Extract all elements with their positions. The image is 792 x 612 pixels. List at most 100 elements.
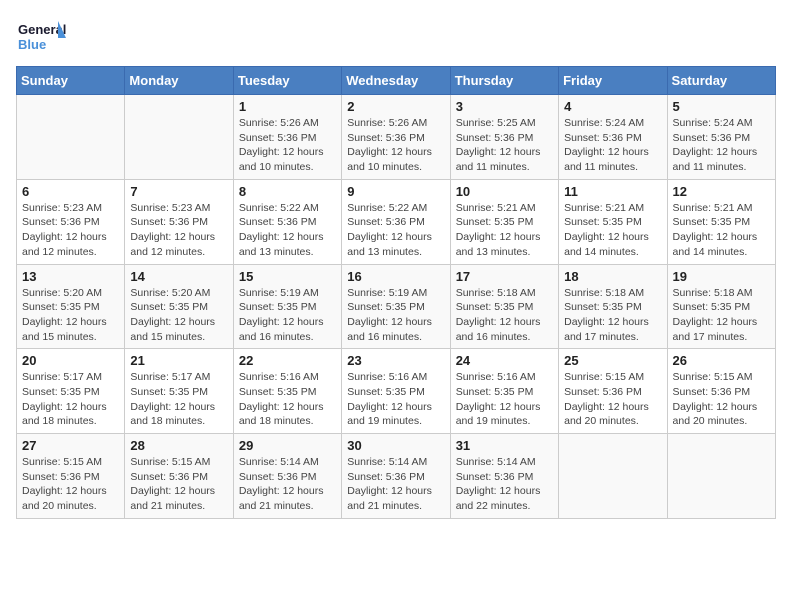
calendar-header-row: SundayMondayTuesdayWednesdayThursdayFrid… [17,67,776,95]
day-number: 23 [347,353,444,368]
day-number: 9 [347,184,444,199]
day-number: 30 [347,438,444,453]
day-number: 3 [456,99,553,114]
calendar-cell: 16 Sunrise: 5:19 AM Sunset: 5:35 PM Dayli… [342,264,450,349]
calendar-cell: 20 Sunrise: 5:17 AM Sunset: 5:35 PM Dayli… [17,349,125,434]
day-number: 21 [130,353,227,368]
week-row-2: 6Sunrise: 5:23 AM Sunset: 5:36 PM Daylig… [17,179,776,264]
logo-svg: General Blue [16,16,66,56]
calendar-cell: 12 Sunrise: 5:21 AM Sunset: 5:35 PM Dayli… [667,179,775,264]
calendar-cell: 31 Sunrise: 5:14 AM Sunset: 5:36 PM Dayli… [450,434,558,519]
calendar-cell: 19 Sunrise: 5:18 AM Sunset: 5:35 PM Dayli… [667,264,775,349]
day-number: 19 [673,269,770,284]
day-number: 7 [130,184,227,199]
day-number: 29 [239,438,336,453]
day-number: 16 [347,269,444,284]
calendar-cell: 24 Sunrise: 5:16 AM Sunset: 5:35 PM Dayli… [450,349,558,434]
day-number: 28 [130,438,227,453]
day-number: 24 [456,353,553,368]
day-number: 22 [239,353,336,368]
calendar-cell: 10Sunrise: 5:21 AM Sunset: 5:35 PM Dayli… [450,179,558,264]
day-info: Sunrise: 5:15 AM Sunset: 5:36 PM Dayligh… [673,370,770,429]
day-info: Sunrise: 5:14 AM Sunset: 5:36 PM Dayligh… [239,455,336,514]
calendar-cell: 22Sunrise: 5:16 AM Sunset: 5:35 PM Dayli… [233,349,341,434]
calendar-cell: 25 Sunrise: 5:15 AM Sunset: 5:36 PM Dayli… [559,349,667,434]
header-tuesday: Tuesday [233,67,341,95]
day-number: 5 [673,99,770,114]
day-number: 15 [239,269,336,284]
day-info: Sunrise: 5:21 AM Sunset: 5:35 PM Dayligh… [673,201,770,260]
day-info: Sunrise: 5:18 AM Sunset: 5:35 PM Dayligh… [673,286,770,345]
calendar-cell: 27 Sunrise: 5:15 AM Sunset: 5:36 PM Dayli… [17,434,125,519]
calendar-table: SundayMondayTuesdayWednesdayThursdayFrid… [16,66,776,519]
calendar-cell [559,434,667,519]
header-thursday: Thursday [450,67,558,95]
header-friday: Friday [559,67,667,95]
calendar-cell: 21 Sunrise: 5:17 AM Sunset: 5:35 PM Dayli… [125,349,233,434]
day-info: Sunrise: 5:15 AM Sunset: 5:36 PM Dayligh… [130,455,227,514]
day-info: Sunrise: 5:20 AM Sunset: 5:35 PM Dayligh… [22,286,119,345]
day-info: Sunrise: 5:16 AM Sunset: 5:35 PM Dayligh… [347,370,444,429]
day-number: 1 [239,99,336,114]
calendar-cell: 23 Sunrise: 5:16 AM Sunset: 5:35 PM Dayli… [342,349,450,434]
calendar-cell: 4Sunrise: 5:24 AM Sunset: 5:36 PM Daylig… [559,95,667,180]
day-info: Sunrise: 5:20 AM Sunset: 5:35 PM Dayligh… [130,286,227,345]
calendar-cell: 15 Sunrise: 5:19 AM Sunset: 5:35 PM Dayli… [233,264,341,349]
calendar-cell: 28 Sunrise: 5:15 AM Sunset: 5:36 PM Dayli… [125,434,233,519]
week-row-1: 1 Sunrise: 5:26 AM Sunset: 5:36 PM Daylig… [17,95,776,180]
week-row-3: 13 Sunrise: 5:20 AM Sunset: 5:35 PM Dayli… [17,264,776,349]
calendar-cell: 11Sunrise: 5:21 AM Sunset: 5:35 PM Dayli… [559,179,667,264]
day-info: Sunrise: 5:14 AM Sunset: 5:36 PM Dayligh… [347,455,444,514]
day-info: Sunrise: 5:15 AM Sunset: 5:36 PM Dayligh… [564,370,661,429]
calendar-cell [125,95,233,180]
day-info: Sunrise: 5:18 AM Sunset: 5:35 PM Dayligh… [564,286,661,345]
day-info: Sunrise: 5:23 AM Sunset: 5:36 PM Dayligh… [130,201,227,260]
day-number: 18 [564,269,661,284]
header: General Blue [16,16,776,56]
calendar-cell: 5Sunrise: 5:24 AM Sunset: 5:36 PM Daylig… [667,95,775,180]
day-number: 11 [564,184,661,199]
calendar-cell: 1 Sunrise: 5:26 AM Sunset: 5:36 PM Daylig… [233,95,341,180]
day-info: Sunrise: 5:26 AM Sunset: 5:36 PM Dayligh… [239,116,336,175]
day-info: Sunrise: 5:25 AM Sunset: 5:36 PM Dayligh… [456,116,553,175]
day-info: Sunrise: 5:16 AM Sunset: 5:35 PM Dayligh… [456,370,553,429]
day-number: 25 [564,353,661,368]
day-info: Sunrise: 5:26 AM Sunset: 5:36 PM Dayligh… [347,116,444,175]
day-info: Sunrise: 5:19 AM Sunset: 5:35 PM Dayligh… [347,286,444,345]
calendar-cell: 3 Sunrise: 5:25 AM Sunset: 5:36 PM Daylig… [450,95,558,180]
calendar-cell: 6Sunrise: 5:23 AM Sunset: 5:36 PM Daylig… [17,179,125,264]
day-number: 26 [673,353,770,368]
calendar-cell: 18 Sunrise: 5:18 AM Sunset: 5:35 PM Dayli… [559,264,667,349]
day-info: Sunrise: 5:18 AM Sunset: 5:35 PM Dayligh… [456,286,553,345]
calendar-cell [667,434,775,519]
day-number: 17 [456,269,553,284]
day-number: 14 [130,269,227,284]
week-row-5: 27 Sunrise: 5:15 AM Sunset: 5:36 PM Dayli… [17,434,776,519]
svg-text:Blue: Blue [18,37,46,52]
calendar-cell: 7 Sunrise: 5:23 AM Sunset: 5:36 PM Daylig… [125,179,233,264]
day-info: Sunrise: 5:22 AM Sunset: 5:36 PM Dayligh… [347,201,444,260]
day-info: Sunrise: 5:24 AM Sunset: 5:36 PM Dayligh… [564,116,661,175]
day-info: Sunrise: 5:19 AM Sunset: 5:35 PM Dayligh… [239,286,336,345]
day-info: Sunrise: 5:17 AM Sunset: 5:35 PM Dayligh… [22,370,119,429]
day-info: Sunrise: 5:23 AM Sunset: 5:36 PM Dayligh… [22,201,119,260]
day-number: 8 [239,184,336,199]
header-saturday: Saturday [667,67,775,95]
day-number: 10 [456,184,553,199]
day-info: Sunrise: 5:14 AM Sunset: 5:36 PM Dayligh… [456,455,553,514]
day-info: Sunrise: 5:17 AM Sunset: 5:35 PM Dayligh… [130,370,227,429]
calendar-cell: 2Sunrise: 5:26 AM Sunset: 5:36 PM Daylig… [342,95,450,180]
day-number: 12 [673,184,770,199]
day-number: 31 [456,438,553,453]
day-number: 20 [22,353,119,368]
logo: General Blue [16,16,66,56]
calendar-cell [17,95,125,180]
calendar-cell: 13 Sunrise: 5:20 AM Sunset: 5:35 PM Dayli… [17,264,125,349]
calendar-cell: 8 Sunrise: 5:22 AM Sunset: 5:36 PM Daylig… [233,179,341,264]
calendar-cell: 29 Sunrise: 5:14 AM Sunset: 5:36 PM Dayli… [233,434,341,519]
day-info: Sunrise: 5:22 AM Sunset: 5:36 PM Dayligh… [239,201,336,260]
header-sunday: Sunday [17,67,125,95]
day-number: 13 [22,269,119,284]
day-info: Sunrise: 5:15 AM Sunset: 5:36 PM Dayligh… [22,455,119,514]
day-number: 27 [22,438,119,453]
